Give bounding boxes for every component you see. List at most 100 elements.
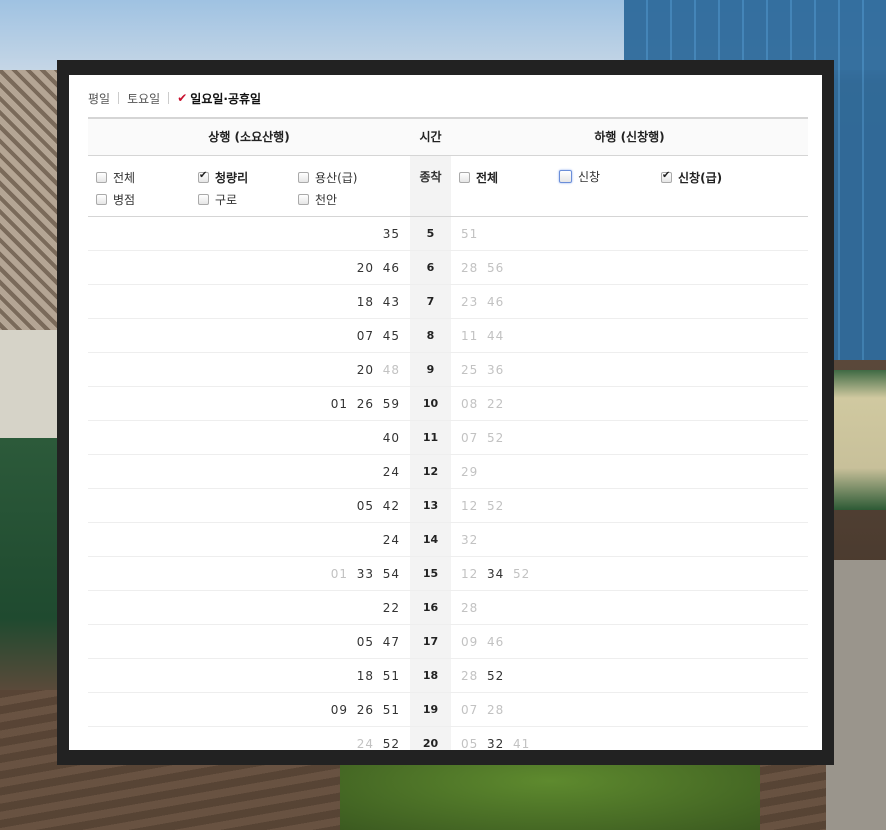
checkbox[interactable]: [96, 194, 107, 205]
departure-minute[interactable]: 05: [461, 737, 481, 751]
up-times: 35: [88, 217, 400, 250]
departure-minute[interactable]: 07: [461, 431, 481, 445]
hour-cell: 20: [410, 727, 451, 750]
departure-minute[interactable]: 05: [354, 499, 374, 513]
filter-up-byeongjeom[interactable]: 병점: [96, 191, 135, 208]
departure-minute[interactable]: 43: [380, 295, 400, 309]
table-row: 05 42 13 12 52: [88, 489, 808, 523]
departure-minute[interactable]: 46: [487, 635, 507, 649]
departure-minute[interactable]: 08: [461, 397, 481, 411]
departure-minute[interactable]: 20: [354, 261, 374, 275]
departure-minute[interactable]: 12: [461, 567, 481, 581]
departure-minute[interactable]: 05: [354, 635, 374, 649]
checkbox[interactable]: [459, 172, 470, 183]
table-row: 07 45 8 11 44: [88, 319, 808, 353]
departure-minute[interactable]: 51: [380, 669, 400, 683]
departure-minute[interactable]: 24: [354, 737, 374, 751]
departure-minute[interactable]: 46: [380, 261, 400, 275]
down-times: 11 44: [461, 319, 808, 352]
checkbox[interactable]: [559, 170, 572, 183]
hour-cell: 9: [410, 353, 451, 386]
departure-minute[interactable]: 44: [487, 329, 507, 343]
departure-minute[interactable]: 52: [487, 499, 507, 513]
departure-minute[interactable]: 47: [380, 635, 400, 649]
hour-cell: 6: [410, 251, 451, 284]
checkbox[interactable]: [661, 170, 672, 183]
filter-up-cheongnyangni[interactable]: 청량리: [198, 169, 248, 186]
departure-minute[interactable]: 01: [328, 567, 348, 581]
departure-minute[interactable]: 09: [328, 703, 348, 717]
checkbox[interactable]: [298, 172, 309, 183]
departure-minute[interactable]: 07: [354, 329, 374, 343]
down-times: 23 46: [461, 285, 808, 318]
tab-weekday[interactable]: 평일: [88, 90, 110, 107]
departure-minute[interactable]: 09: [461, 635, 481, 649]
departure-minute[interactable]: 22: [487, 397, 507, 411]
departure-minute[interactable]: 28: [487, 703, 507, 717]
departure-minute[interactable]: 26: [354, 397, 374, 411]
departure-minute[interactable]: 52: [487, 669, 507, 683]
departure-minute[interactable]: 23: [461, 295, 481, 309]
checkbox[interactable]: [198, 170, 209, 183]
departure-minute[interactable]: 54: [380, 567, 400, 581]
departure-minute[interactable]: 45: [380, 329, 400, 343]
checkmark-icon: ✔: [177, 91, 188, 105]
departure-minute[interactable]: 01: [328, 397, 348, 411]
departure-minute[interactable]: 20: [354, 363, 374, 377]
departure-minute[interactable]: 52: [513, 567, 533, 581]
filter-down-sinchang[interactable]: 신창: [559, 168, 600, 185]
departure-minute[interactable]: 46: [487, 295, 507, 309]
departure-minute[interactable]: 28: [461, 601, 481, 615]
departure-minute[interactable]: 24: [380, 465, 400, 479]
background-catenary-tower: [0, 70, 60, 370]
departure-minute[interactable]: 51: [461, 227, 481, 241]
down-times: 09 46: [461, 625, 808, 658]
departure-minute[interactable]: 28: [461, 669, 481, 683]
departure-minute[interactable]: 22: [380, 601, 400, 615]
filter-up-all[interactable]: 전체: [96, 169, 135, 186]
filter-up-yongsan-express[interactable]: 용산(급): [298, 169, 357, 186]
departure-minute[interactable]: 35: [380, 227, 400, 241]
hour-cell: 5: [410, 217, 451, 250]
departure-minute[interactable]: 07: [461, 703, 481, 717]
departure-minute[interactable]: 18: [354, 295, 374, 309]
departure-minute[interactable]: 12: [461, 499, 481, 513]
departure-minute[interactable]: 51: [380, 703, 400, 717]
departure-minute[interactable]: 48: [380, 363, 400, 377]
departure-minute[interactable]: 18: [354, 669, 374, 683]
departure-minute[interactable]: 56: [487, 261, 507, 275]
filter-down-all[interactable]: 전체: [459, 169, 498, 186]
background-foliage: [340, 760, 760, 830]
timetable: 상행 (소요산행) 시간 하행 (신창행) 전체 청량리 용산(급) 병점: [88, 117, 808, 750]
departure-minute[interactable]: 33: [354, 567, 374, 581]
departure-minute[interactable]: 41: [513, 737, 533, 751]
departure-minute[interactable]: 26: [354, 703, 374, 717]
departure-minute[interactable]: 28: [461, 261, 481, 275]
filter-down-sinchang-express[interactable]: 신창(급): [661, 169, 722, 186]
up-times: 24 52: [88, 727, 400, 751]
hour-cell: 8: [410, 319, 451, 352]
departure-minute[interactable]: 32: [487, 737, 507, 751]
tab-sunday-holiday[interactable]: 일요일·공휴일: [190, 90, 261, 107]
table-row: 01 26 59 10 08 22: [88, 387, 808, 421]
departure-minute[interactable]: 25: [461, 363, 481, 377]
checkbox[interactable]: [198, 194, 209, 205]
filter-up-cheonan[interactable]: 천안: [298, 191, 337, 208]
departure-minute[interactable]: 32: [461, 533, 481, 547]
departure-minute[interactable]: 24: [380, 533, 400, 547]
departure-minute[interactable]: 36: [487, 363, 507, 377]
departure-minute[interactable]: 34: [487, 567, 507, 581]
departure-minute[interactable]: 52: [487, 431, 507, 445]
departure-minute[interactable]: 29: [461, 465, 481, 479]
tab-saturday[interactable]: 토요일: [127, 90, 160, 107]
table-row: 20 46 6 28 56: [88, 251, 808, 285]
departure-minute[interactable]: 11: [461, 329, 481, 343]
timetable-rows: 35 5 51 20 46 6 28 56 18 43 7 23 46 07 45 8 11 44 20 48 9 25 3…: [88, 217, 808, 750]
checkbox[interactable]: [96, 172, 107, 183]
departure-minute[interactable]: 42: [380, 499, 400, 513]
departure-minute[interactable]: 59: [380, 397, 400, 411]
filter-up-guro[interactable]: 구로: [198, 191, 237, 208]
checkbox[interactable]: [298, 194, 309, 205]
departure-minute[interactable]: 40: [380, 431, 400, 445]
departure-minute[interactable]: 52: [380, 737, 400, 751]
